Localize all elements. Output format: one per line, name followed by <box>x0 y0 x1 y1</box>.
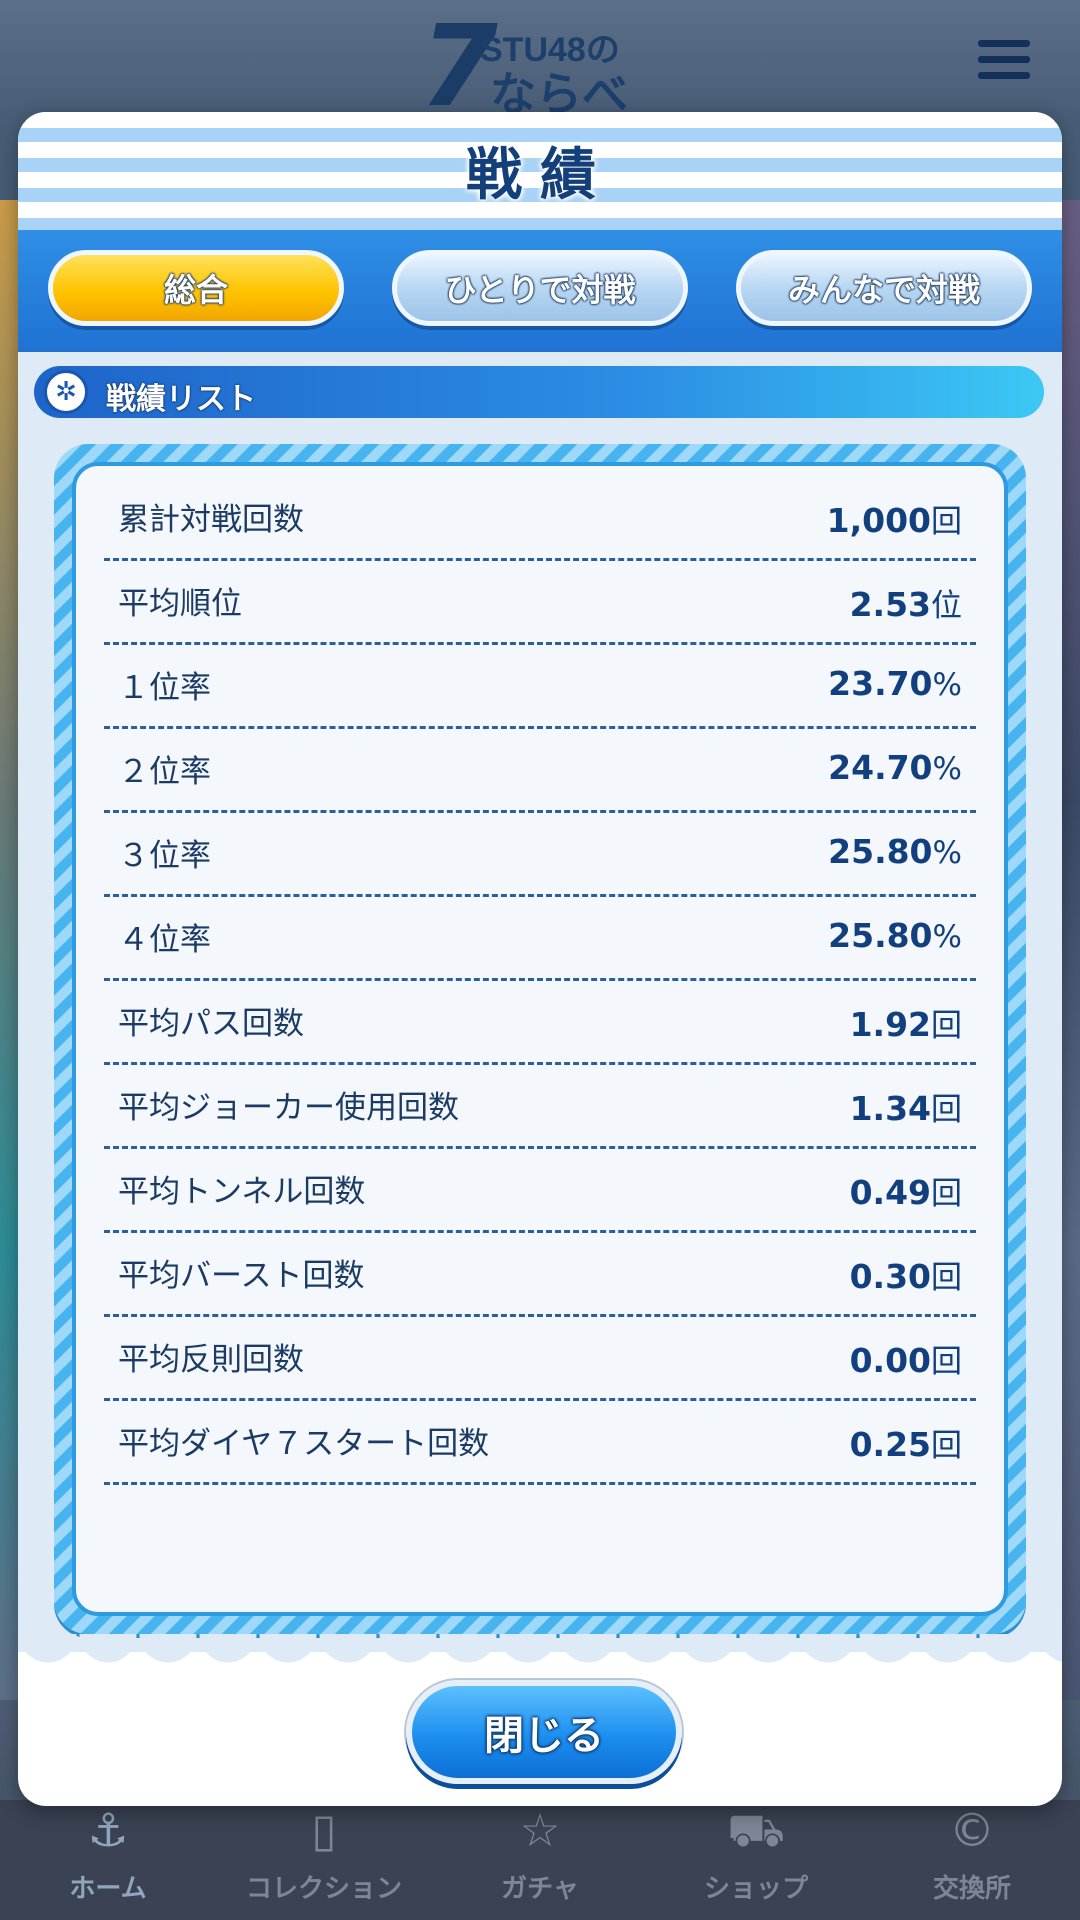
stat-row-average-fouls: 平均反則回数 0.00回 <box>104 1314 976 1401</box>
section-header: ✲ 戦績リスト <box>34 366 1044 418</box>
background-left-edge <box>0 200 18 1700</box>
stat-label: ２位率 <box>118 754 211 790</box>
close-button[interactable]: 閉じる <box>406 1680 682 1784</box>
background-right-edge <box>1062 200 1080 1700</box>
stat-value: 0.49回 <box>849 1173 962 1212</box>
modal-title: 戦績 <box>466 143 614 208</box>
stat-value: 25.80% <box>828 916 962 955</box>
stat-label: 平均バースト回数 <box>118 1258 365 1294</box>
stat-row-second-place-rate: ２位率 24.70% <box>104 726 976 813</box>
hamburger-menu-icon[interactable] <box>978 40 1030 82</box>
stats-panel: 累計対戦回数 1,000回 平均順位 2.53位 １位率 23.70% ２位率 … <box>54 444 1026 1634</box>
stat-label: 累計対戦回数 <box>118 502 304 538</box>
cart-icon: ⛟ <box>727 1803 785 1857</box>
stat-row-third-place-rate: ３位率 25.80% <box>104 810 976 897</box>
stat-value: 25.80% <box>828 832 962 871</box>
tab-multiplayer-battle[interactable]: みんなで対戦 <box>736 250 1032 326</box>
stat-row-first-place-rate: １位率 23.70% <box>104 642 976 729</box>
stat-value: 1,000回 <box>826 501 962 540</box>
stat-label: 平均パス回数 <box>118 1006 304 1042</box>
stat-value: 2.53位 <box>849 585 962 624</box>
nav-label: ショップ <box>703 1874 808 1904</box>
stat-label: 平均ジョーカー使用回数 <box>118 1090 459 1126</box>
nav-label: ガチャ <box>501 1874 579 1904</box>
cards-icon: ▯ <box>311 1803 337 1857</box>
stat-label: 平均ダイヤ７スタート回数 <box>118 1426 490 1462</box>
star-box-icon: ☆ <box>519 1803 561 1857</box>
modal-content: ✲ 戦績リスト 累計対戦回数 1,000回 平均順位 2.53位 １位率 23.… <box>18 352 1062 1670</box>
stat-value: 1.34回 <box>849 1089 962 1128</box>
stat-value: 0.00回 <box>849 1341 962 1380</box>
stat-label: 平均反則回数 <box>118 1342 304 1378</box>
stat-value: 0.30回 <box>849 1257 962 1296</box>
stat-label: 平均順位 <box>118 586 242 622</box>
stat-row-total-games: 累計対戦回数 1,000回 <box>104 474 976 561</box>
coin-exchange-icon: © <box>949 1803 995 1857</box>
stat-row-average-passes: 平均パス回数 1.92回 <box>104 978 976 1065</box>
stat-row-average-bursts: 平均バースト回数 0.30回 <box>104 1230 976 1317</box>
stat-value: 0.25回 <box>849 1425 962 1464</box>
stat-row-average-rank: 平均順位 2.53位 <box>104 558 976 645</box>
stat-row-average-tunnels: 平均トンネル回数 0.49回 <box>104 1146 976 1233</box>
nav-item-collection[interactable]: ▯ コレクション <box>224 1800 424 1920</box>
nav-item-home[interactable]: ⚓ ホーム <box>8 1800 208 1920</box>
nav-item-shop[interactable]: ⛟ ショップ <box>656 1800 856 1920</box>
nav-item-gacha[interactable]: ☆ ガチャ <box>440 1800 640 1920</box>
stats-modal: 戦績 総合 ひとりで対戦 みんなで対戦 ✲ 戦績リスト 累計対戦回数 1,000… <box>18 112 1062 1806</box>
stat-row-average-joker-uses: 平均ジョーカー使用回数 1.34回 <box>104 1062 976 1149</box>
stats-list[interactable]: 累計対戦回数 1,000回 平均順位 2.53位 １位率 23.70% ２位率 … <box>72 462 1008 1616</box>
stat-row-fourth-place-rate: ４位率 25.80% <box>104 894 976 981</box>
stat-label: ３位率 <box>118 838 211 874</box>
stat-label: ４位率 <box>118 922 211 958</box>
stat-value: 23.70% <box>828 664 962 703</box>
tab-bar: 総合 ひとりで対戦 みんなで対戦 <box>18 230 1062 352</box>
tab-overall[interactable]: 総合 <box>48 250 344 326</box>
app-logo: 7 STU48の ならべ <box>420 2 670 132</box>
nav-label: 交換所 <box>932 1874 1011 1904</box>
stat-row-average-diamond-seven-starts: 平均ダイヤ７スタート回数 0.25回 <box>104 1398 976 1485</box>
stat-label: 平均トンネル回数 <box>118 1174 366 1210</box>
anchor-icon: ⚓ <box>87 1803 129 1857</box>
modal-title-band: 戦績 <box>18 112 1062 230</box>
stat-value: 24.70% <box>828 748 962 787</box>
compass-icon: ✲ <box>44 370 88 414</box>
nav-label: コレクション <box>245 1874 402 1904</box>
section-label: 戦績リスト <box>106 382 256 417</box>
nav-item-exchange[interactable]: © 交換所 <box>872 1800 1072 1920</box>
stat-label: １位率 <box>118 670 211 706</box>
stat-value: 1.92回 <box>849 1005 962 1044</box>
nav-label: ホーム <box>69 1874 147 1904</box>
tab-solo-battle[interactable]: ひとりで対戦 <box>392 250 688 326</box>
